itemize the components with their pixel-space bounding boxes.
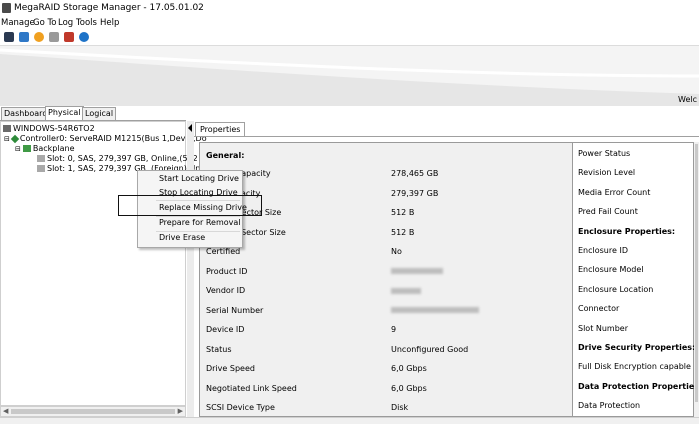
- property-value: 6,0 Gbps: [391, 364, 427, 373]
- section-header: Drive Security Properties:: [578, 343, 696, 352]
- refresh-icon[interactable]: [19, 32, 29, 42]
- tab-physical[interactable]: Physical: [45, 106, 84, 120]
- controller-label: Controller0: ServeRAID M1215(Bus 1,Dev 0…: [19, 134, 207, 143]
- tree-node-slot-0[interactable]: Slot: 0, SAS, 279,397 GB, Online,(512 B): [37, 154, 209, 164]
- properties-left-column: General: Usable Capacity278,465 GBRaw Ca…: [200, 143, 573, 416]
- computer-icon: [3, 125, 11, 132]
- property-label: Product ID: [206, 266, 248, 276]
- backplane-label: Backplane: [32, 144, 75, 153]
- property-label: Enclosure ID: [578, 246, 628, 255]
- redacted-value: [391, 266, 443, 277]
- redacted-value: [391, 285, 421, 296]
- tab-logical[interactable]: Logical: [82, 107, 117, 120]
- scroll-left-icon[interactable]: ◀: [3, 407, 8, 415]
- properties-vertical-scrollbar[interactable]: [694, 142, 699, 417]
- property-value: 512 B: [391, 208, 415, 217]
- menu-help[interactable]: Help: [100, 18, 119, 28]
- property-label: Device ID: [206, 325, 245, 334]
- property-label: Power Status: [578, 149, 631, 158]
- controller-icon: [10, 134, 20, 144]
- property-value: Unconfigured Good: [391, 344, 469, 354]
- help-icon[interactable]: [79, 32, 89, 42]
- property-label: Data Protection: [578, 401, 641, 411]
- scroll-thumb[interactable]: [11, 409, 175, 414]
- tree-node-controller[interactable]: ⊟ Controller0: ServeRAID M1215(Bus 1,Dev …: [4, 134, 207, 144]
- property-label: Slot Number: [578, 323, 629, 333]
- device-tree: WINDOWS-54R6TO2 ⊟ Controller0: ServeRAID …: [0, 121, 209, 406]
- tab-dashboard[interactable]: Dashboard: [1, 107, 51, 120]
- menu-log[interactable]: Log: [58, 18, 73, 28]
- menu-manage[interactable]: Manage: [1, 18, 35, 28]
- tree-horizontal-scrollbar[interactable]: ◀ ▶: [0, 406, 186, 417]
- property-label: Full Disk Encryption capable: [578, 362, 691, 372]
- tree-node-backplane[interactable]: ⊟ Backplane: [15, 144, 75, 154]
- property-label: Pred Fail Count: [578, 207, 638, 217]
- toolbar: [0, 30, 699, 46]
- property-value: 9: [391, 325, 397, 334]
- collapse-icon[interactable]: ⊟: [15, 145, 21, 153]
- header-banner: Welc: [0, 46, 699, 106]
- property-label: Enclosure Model: [578, 265, 644, 275]
- scroll-thumb[interactable]: [695, 144, 698, 402]
- property-value: 278,465 GB: [391, 169, 439, 178]
- banner-graphic: [0, 48, 699, 106]
- collapse-icon[interactable]: ⊟: [4, 135, 10, 143]
- property-label: SCSI Device Type: [206, 403, 275, 412]
- property-value: 6,0 Gbps: [391, 383, 427, 393]
- host-label: WINDOWS-54R6TO2: [13, 124, 95, 133]
- menu-item-drive-erase[interactable]: Drive Erase: [138, 232, 242, 244]
- drive-icon: [37, 155, 45, 162]
- general-header: General:: [206, 151, 245, 160]
- property-label: Enclosure Location: [578, 284, 654, 294]
- property-label: Serial Number: [206, 305, 264, 315]
- collapse-arrow-icon[interactable]: [188, 124, 192, 132]
- menu-item-prepare-for-removal[interactable]: Prepare for Removal: [138, 217, 242, 229]
- panel-splitter[interactable]: [187, 121, 194, 417]
- menu-item-start-locating[interactable]: Start Locating Drive: [138, 173, 242, 185]
- slot-0-label: Slot: 0, SAS, 279,397 GB, Online,(512 B): [47, 154, 209, 163]
- property-value: 512 B: [391, 227, 415, 237]
- properties-panel: General: Usable Capacity278,465 GBRaw Ca…: [199, 142, 699, 417]
- menu-tools[interactable]: Tools: [76, 18, 97, 28]
- property-label: Revision Level: [578, 168, 636, 178]
- title-bar: MegaRAID Storage Manager - 17.05.01.02: [0, 0, 699, 17]
- clock-icon[interactable]: [34, 32, 44, 42]
- app-icon: [2, 3, 11, 13]
- shield-icon[interactable]: [4, 32, 14, 42]
- redacted-value: [391, 305, 479, 316]
- welcome-text: Welc: [678, 95, 697, 104]
- drive-icon[interactable]: [49, 32, 59, 42]
- property-label: Negotiated Link Speed: [206, 383, 297, 393]
- backplane-icon: [22, 145, 31, 152]
- property-value: No: [391, 247, 402, 256]
- view-tabs: Dashboard Physical Logical: [0, 106, 186, 121]
- logout-icon[interactable]: [64, 32, 74, 42]
- property-label: Media Error Count: [578, 187, 651, 197]
- highlight-box: [118, 195, 262, 216]
- scroll-right-icon[interactable]: ▶: [178, 407, 183, 415]
- property-value: Disk: [391, 403, 409, 412]
- tree-node-host[interactable]: WINDOWS-54R6TO2: [3, 124, 95, 134]
- property-label: Connector: [578, 304, 620, 314]
- section-header: Enclosure Properties:: [578, 226, 676, 236]
- property-label: Status: [206, 344, 232, 354]
- tab-properties[interactable]: Properties: [195, 122, 246, 136]
- window-title: MegaRAID Storage Manager - 17.05.01.02: [14, 3, 204, 13]
- menu-go-to[interactable]: Go To: [33, 18, 56, 28]
- menu-bar: Manage Go To Log Tools Help: [0, 17, 699, 30]
- properties-tabs: Properties: [194, 121, 699, 137]
- drive-icon: [37, 165, 45, 172]
- property-value: 279,397 GB: [391, 188, 439, 198]
- section-header: Data Protection Properties:: [578, 381, 699, 391]
- property-label: Drive Speed: [206, 364, 255, 373]
- property-label: Vendor ID: [206, 286, 246, 295]
